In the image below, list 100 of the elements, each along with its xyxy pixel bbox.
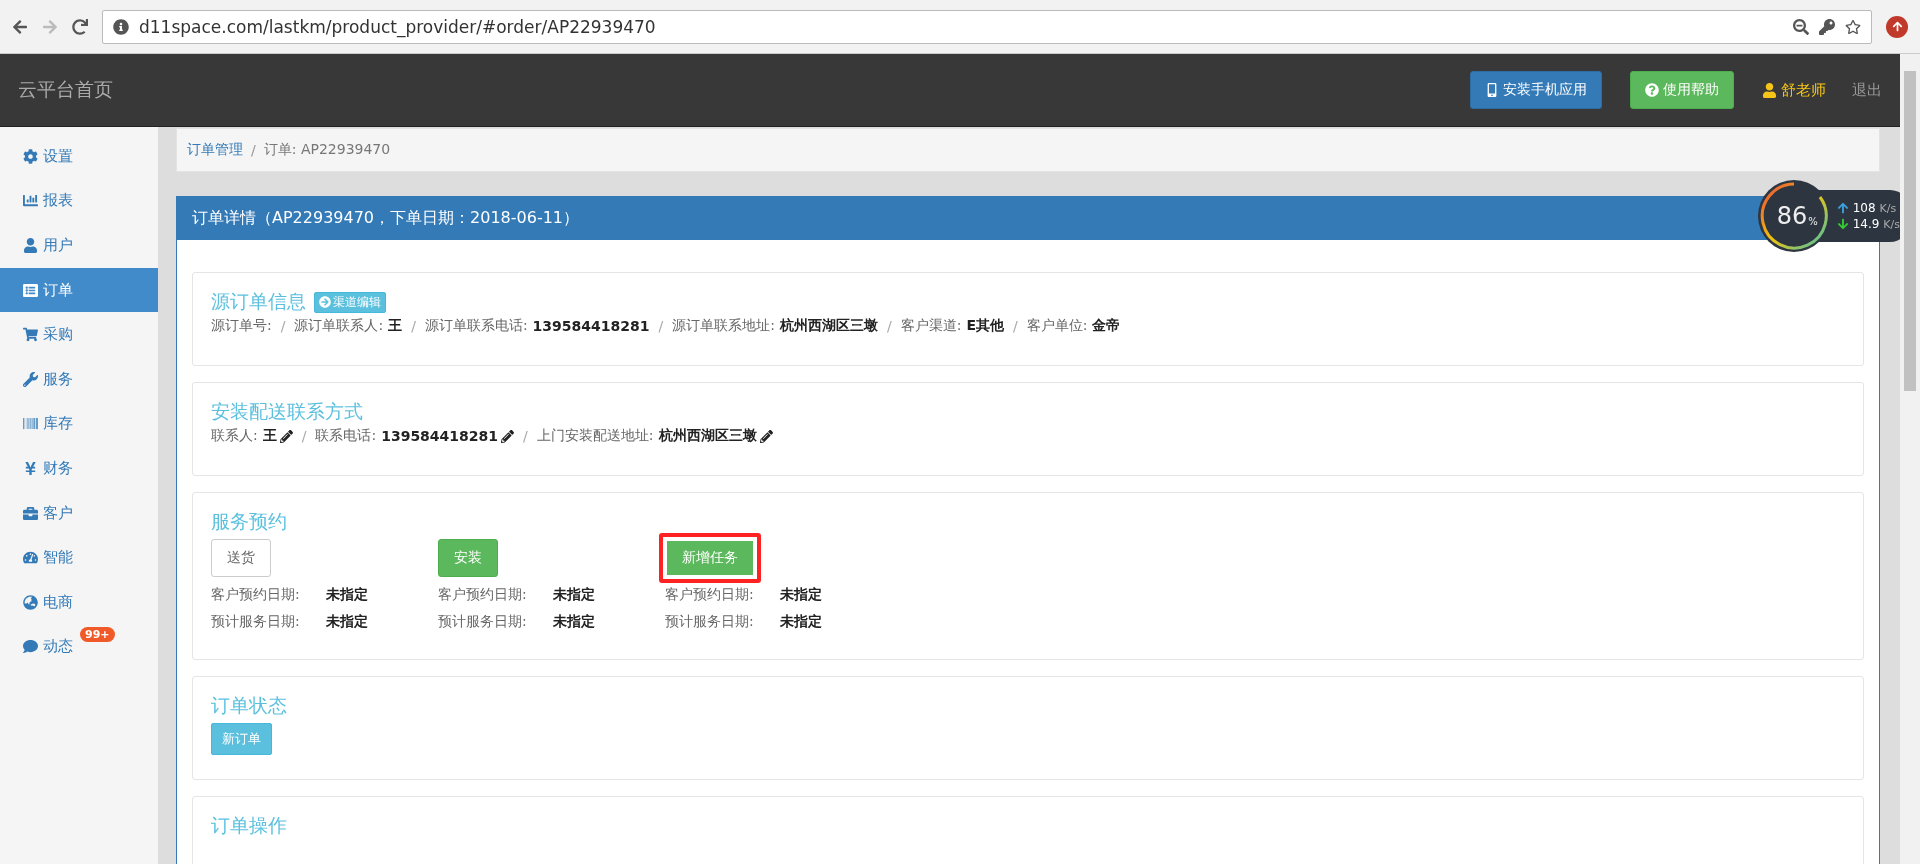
date-value: 未指定	[780, 585, 822, 604]
pencil-icon[interactable]	[501, 429, 515, 443]
breadcrumb-current: 订单: AP22939470	[263, 141, 391, 159]
field-label: 客户单位:	[1026, 317, 1088, 335]
download-rate: 14.9	[1852, 217, 1880, 231]
field-value: 王	[388, 317, 403, 335]
user-icon	[1762, 82, 1777, 98]
scrollbar-thumb[interactable]	[1904, 71, 1916, 391]
brand-link[interactable]: 云平台首页	[18, 77, 1470, 103]
date-value: 未指定	[326, 585, 368, 604]
date-label: 客户预约日期:	[665, 585, 755, 604]
settings-icon	[23, 148, 38, 164]
field-label: 上门安装配送地址:	[536, 427, 654, 445]
barcode-icon	[23, 416, 38, 432]
field-label: 联系人:	[211, 427, 258, 445]
field-label: 客户渠道:	[900, 317, 962, 335]
count-badge: 99+	[80, 626, 115, 642]
back-icon[interactable]	[12, 18, 28, 35]
field-separator: /	[523, 428, 528, 444]
phone-icon	[1485, 83, 1499, 97]
field-label: 联系电话:	[315, 427, 377, 445]
sidebar-item[interactable]: 智能	[0, 535, 158, 580]
info-icon[interactable]	[113, 18, 129, 35]
field-value: 139584418281	[532, 318, 650, 334]
sidebar-item[interactable]: 动态 99+	[0, 624, 158, 670]
install-app-button[interactable]: 安装手机应用	[1470, 71, 1602, 109]
sidebar-item[interactable]: 用户	[0, 223, 158, 268]
usage-gauge: 86%	[1756, 179, 1831, 253]
key-icon[interactable]	[1819, 18, 1835, 35]
star-icon[interactable]	[1845, 18, 1861, 35]
section-title: 源订单信息	[211, 289, 306, 314]
section-title: 订单操作	[211, 813, 287, 838]
field-separator: /	[301, 428, 307, 444]
briefcase-icon	[23, 505, 38, 521]
url-text: d11space.com/lastkm/product_provider/#order/AP22939470	[139, 16, 657, 37]
sidebar-item[interactable]: 设置	[0, 134, 158, 179]
breadcrumb-separator: /	[251, 142, 256, 158]
download-arrow-icon	[1836, 218, 1849, 230]
list-icon	[23, 282, 38, 298]
service-button[interactable]: 送货	[211, 539, 271, 577]
sidebar-item[interactable]: 客户	[0, 490, 158, 536]
breadcrumb-link[interactable]: 订单管理	[187, 141, 243, 159]
pencil-icon[interactable]	[279, 429, 293, 443]
sidebar-item[interactable]: 电商	[0, 579, 158, 625]
upload-rate: 108	[1852, 201, 1876, 215]
field-value: 杭州西湖区三墩	[779, 317, 878, 335]
field-separator: /	[280, 318, 286, 334]
field-value: 杭州西湖区三墩	[658, 427, 757, 445]
date-value: 未指定	[780, 612, 822, 631]
zoom-out-icon[interactable]	[1793, 18, 1809, 35]
logout-link[interactable]: 退出	[1852, 80, 1882, 100]
sidebar-item[interactable]: 报表	[0, 178, 158, 224]
scrollbar[interactable]	[1900, 54, 1920, 864]
field-separator: /	[1012, 318, 1018, 334]
field-label: 源订单联系电话:	[424, 317, 528, 335]
field-value: E其他	[966, 317, 1004, 335]
section-title: 服务预约	[211, 509, 287, 534]
service-button[interactable]: 新增任务	[659, 533, 761, 583]
sidebar-item[interactable]: 服务	[0, 356, 158, 402]
field-label: 源订单联系人:	[294, 317, 384, 335]
date-label: 预计服务日期:	[211, 612, 301, 631]
date-value: 未指定	[553, 612, 595, 631]
cart-icon	[23, 327, 38, 343]
field-value: 139584418281	[381, 428, 499, 444]
field-value: 王	[262, 427, 277, 445]
extension-icon[interactable]	[1886, 15, 1908, 38]
field-label: 源订单号:	[211, 317, 272, 335]
sidebar-item[interactable]: 财务	[0, 446, 158, 491]
section-title: 安装配送联系方式	[211, 399, 363, 424]
address-bar[interactable]: d11space.com/lastkm/product_provider/#order/AP22939470	[102, 9, 1872, 44]
date-value: 未指定	[553, 585, 595, 604]
section-title: 订单状态	[211, 693, 287, 718]
sidebar-item[interactable]: 库存	[0, 401, 158, 447]
question-icon	[1645, 83, 1659, 97]
sidebar-item[interactable]: 采购	[0, 312, 158, 357]
speech-bubble-icon	[23, 639, 38, 655]
help-button[interactable]: 使用帮助	[1630, 71, 1734, 109]
upload-arrow-icon	[1836, 202, 1849, 214]
field-separator: /	[658, 318, 664, 334]
yen-icon	[23, 460, 38, 476]
service-button[interactable]: 安装	[438, 539, 498, 577]
rate-unit: K/s	[1879, 201, 1897, 215]
reload-icon[interactable]	[72, 18, 88, 35]
user-link[interactable]: 舒老师	[1762, 80, 1826, 100]
gauge-icon	[23, 550, 38, 566]
sidebar-item[interactable]: 订单	[0, 267, 158, 313]
field-label: 源订单联系地址:	[672, 317, 775, 335]
bar-chart-icon	[23, 193, 38, 209]
date-value: 未指定	[326, 612, 368, 631]
field-separator: /	[886, 318, 892, 334]
pencil-icon[interactable]	[759, 429, 773, 443]
date-label: 客户预约日期:	[438, 585, 528, 604]
wrench-icon	[23, 371, 38, 387]
field-value: 金帝	[1092, 317, 1121, 335]
date-label: 预计服务日期:	[438, 612, 528, 631]
globe-icon	[23, 594, 38, 610]
date-label: 预计服务日期:	[665, 612, 755, 631]
field-separator: /	[411, 318, 416, 334]
date-label: 客户预约日期:	[211, 585, 301, 604]
status-tag: 新订单	[211, 723, 272, 755]
